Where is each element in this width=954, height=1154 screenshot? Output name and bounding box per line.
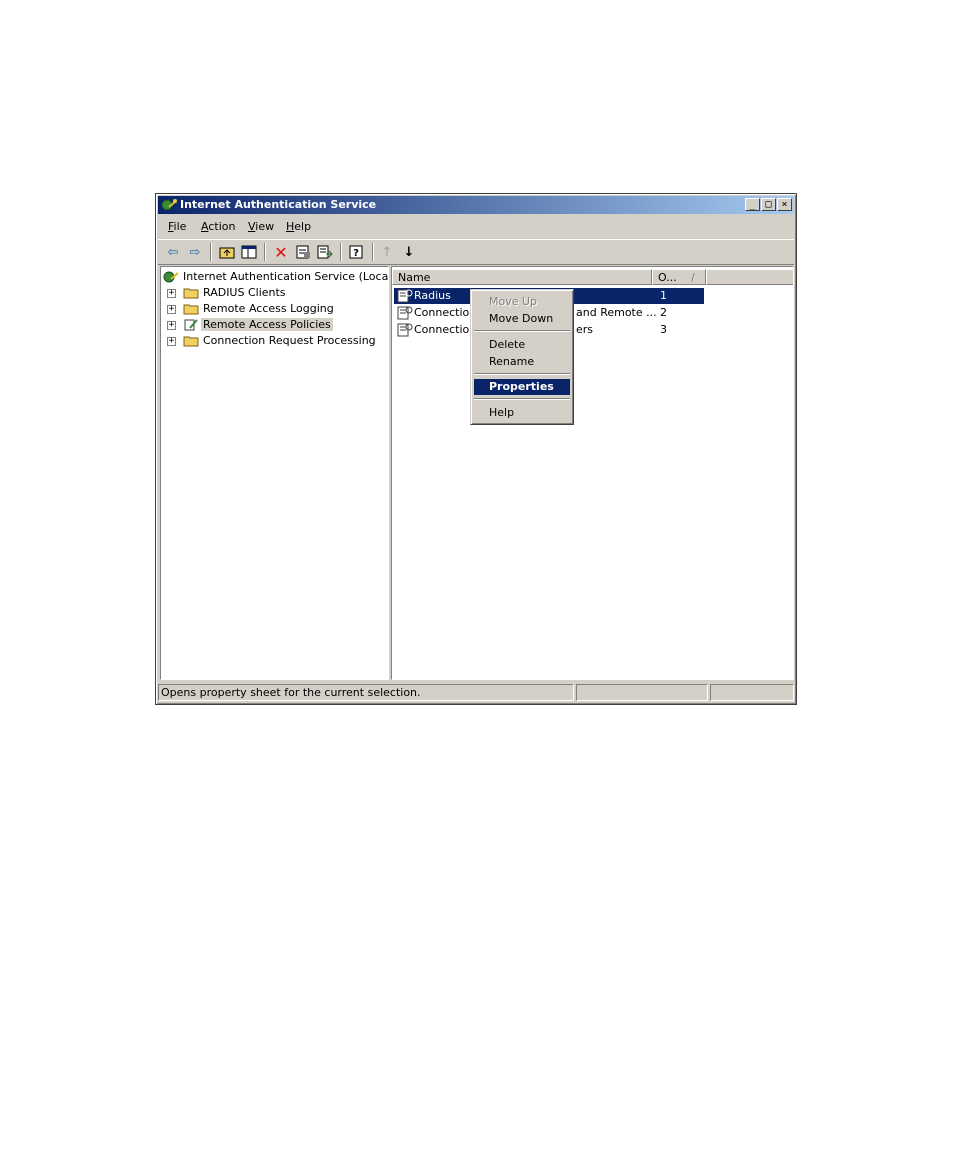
- ias-app-icon: [161, 199, 177, 211]
- svg-text:?: ?: [353, 248, 359, 259]
- toolbar-separator: [340, 243, 342, 261]
- policy-icon: [397, 289, 413, 303]
- tree-item-radius-clients[interactable]: + RADIUS Clients: [161, 285, 388, 301]
- status-panel-3: [710, 684, 794, 701]
- tree-item-remote-access-policies[interactable]: + Remote Access Policies: [161, 317, 388, 333]
- title-bar[interactable]: Internet Authentication Service _ □ ×: [158, 196, 794, 214]
- minimize-button[interactable]: _: [745, 198, 760, 211]
- toolbar: ⇦ ⇨ ✕ ? ↑ ↓: [158, 239, 794, 265]
- show-hide-tree-icon[interactable]: [240, 243, 258, 261]
- list-item-name: Radius: [414, 289, 451, 302]
- menu-item-rename[interactable]: Rename: [474, 354, 570, 370]
- context-menu: Move Up Move Down Delete Rename Properti…: [470, 289, 574, 425]
- toolbar-separator: [372, 243, 374, 261]
- forward-arrow-icon[interactable]: ⇨: [186, 243, 204, 261]
- expand-icon[interactable]: +: [167, 337, 176, 346]
- menu-separator: [474, 398, 570, 400]
- folder-icon: [183, 304, 199, 315]
- menu-help[interactable]: Help: [286, 220, 311, 233]
- column-header-name[interactable]: Name: [392, 269, 652, 285]
- move-up-icon[interactable]: ↑: [378, 243, 396, 261]
- tree-item-label: Remote Access Policies: [201, 318, 333, 331]
- export-list-icon[interactable]: [316, 243, 334, 261]
- column-header-empty: [706, 269, 793, 285]
- list-item-name-tail: and Remote ...: [576, 306, 657, 319]
- menu-file[interactable]: File: [168, 220, 186, 233]
- menu-action[interactable]: Action: [201, 220, 235, 233]
- toolbar-separator: [210, 243, 212, 261]
- tree-item-remote-access-logging[interactable]: + Remote Access Logging: [161, 301, 388, 317]
- status-panel-2: [576, 684, 708, 701]
- policy-icon: [397, 306, 413, 320]
- menu-item-delete[interactable]: Delete: [474, 337, 570, 353]
- tree-root-label: Internet Authentication Service (Local): [183, 270, 389, 283]
- folder-icon: [183, 288, 199, 299]
- expand-icon[interactable]: +: [167, 289, 176, 298]
- toolbar-separator: [264, 243, 266, 261]
- close-button[interactable]: ×: [777, 198, 792, 211]
- policy-icon: [184, 319, 198, 331]
- menu-separator: [474, 330, 570, 332]
- policy-icon: [397, 323, 413, 337]
- help-icon[interactable]: ?: [348, 243, 366, 261]
- list-item-order: 3: [660, 323, 667, 336]
- menu-item-move-down[interactable]: Move Down: [474, 311, 570, 327]
- menu-separator: [474, 373, 570, 375]
- properties-icon[interactable]: [294, 243, 312, 261]
- status-bar: Opens property sheet for the current sel…: [158, 683, 794, 702]
- folder-icon: [183, 336, 199, 347]
- list-item-order: 2: [660, 306, 667, 319]
- tree-root[interactable]: Internet Authentication Service (Local): [161, 269, 388, 285]
- menu-item-properties[interactable]: Properties: [474, 379, 570, 395]
- column-header-order[interactable]: O... /: [652, 269, 706, 285]
- maximize-button[interactable]: □: [761, 198, 776, 211]
- expand-icon[interactable]: +: [167, 305, 176, 314]
- move-down-icon[interactable]: ↓: [400, 243, 418, 261]
- console-tree: Internet Authentication Service (Local) …: [160, 266, 389, 680]
- list-item-name-tail: ers: [576, 323, 594, 336]
- back-arrow-icon[interactable]: ⇦: [164, 243, 182, 261]
- menu-view[interactable]: View: [248, 220, 274, 233]
- tree-item-connection-request-processing[interactable]: + Connection Request Processing: [161, 333, 388, 349]
- ias-root-icon: [163, 271, 179, 283]
- app-window: Internet Authentication Service _ □ × Fi…: [155, 193, 797, 705]
- tree-item-label: Connection Request Processing: [203, 334, 376, 347]
- status-text: Opens property sheet for the current sel…: [158, 684, 574, 701]
- delete-icon[interactable]: ✕: [272, 243, 290, 262]
- details-pane: Name O... / Radius 1 Connections and Rem…: [391, 266, 794, 680]
- sort-ascending-icon: /: [691, 271, 695, 284]
- tree-item-label: RADIUS Clients: [203, 286, 286, 299]
- menu-item-help[interactable]: Help: [474, 405, 570, 421]
- window-title: Internet Authentication Service: [180, 198, 377, 211]
- expand-icon[interactable]: +: [167, 321, 176, 330]
- tree-item-label: Remote Access Logging: [203, 302, 334, 315]
- list-item-order: 1: [660, 289, 667, 302]
- menu-item-move-up[interactable]: Move Up: [474, 294, 570, 310]
- menu-bar: File Action View Help: [158, 216, 794, 236]
- up-folder-icon[interactable]: [218, 243, 236, 261]
